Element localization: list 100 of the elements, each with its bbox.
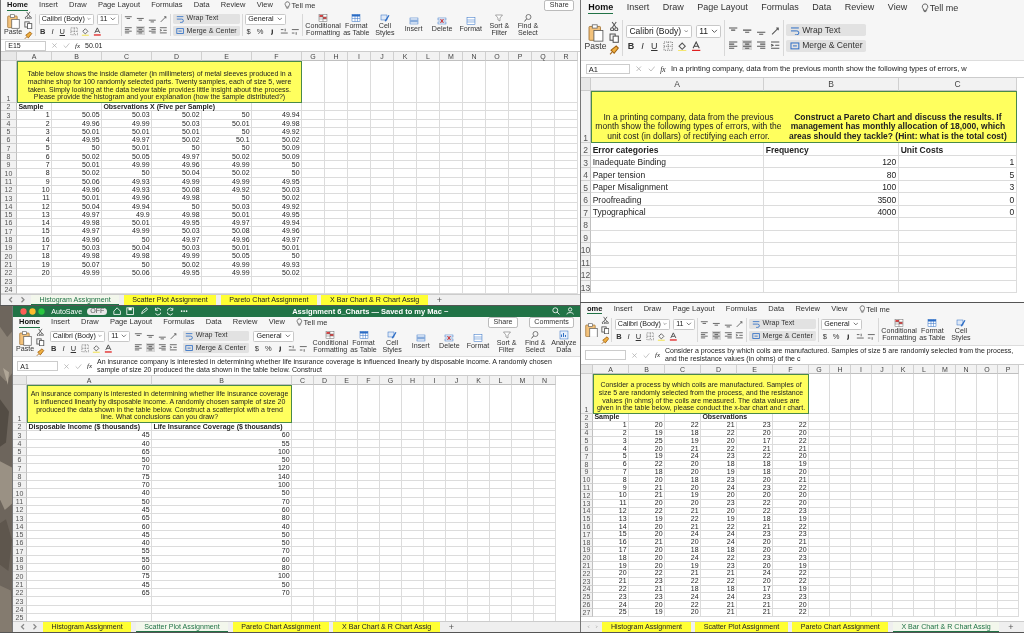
fill-bucket-icon[interactable] bbox=[92, 344, 101, 354]
font-size-field[interactable]: 11 bbox=[695, 24, 722, 38]
format-painter-icon[interactable] bbox=[36, 347, 46, 356]
check-icon[interactable] bbox=[643, 351, 651, 359]
ribbon-tab[interactable]: Draw bbox=[662, 2, 684, 14]
font-field[interactable]: Calibri (Body) bbox=[625, 24, 692, 38]
check-icon[interactable] bbox=[75, 362, 83, 370]
horizontal-align-icon[interactable] bbox=[136, 26, 145, 35]
font-color-icon[interactable] bbox=[690, 40, 702, 52]
row-number[interactable]: 7 bbox=[581, 205, 591, 218]
copy-icon[interactable] bbox=[609, 32, 620, 44]
horizontal-align-icon[interactable] bbox=[741, 39, 753, 50]
row-number[interactable]: 3 bbox=[581, 155, 591, 168]
pen-icon[interactable] bbox=[139, 307, 148, 316]
redo-icon[interactable] bbox=[166, 307, 175, 316]
indent-icon[interactable] bbox=[159, 26, 168, 35]
check-icon[interactable] bbox=[647, 65, 655, 73]
indent-icon[interactable] bbox=[735, 331, 744, 340]
next-sheet-icon[interactable] bbox=[19, 296, 27, 304]
copy-icon[interactable] bbox=[36, 337, 46, 347]
row-number[interactable]: 5 bbox=[581, 180, 591, 193]
add-sheet-button[interactable]: + bbox=[432, 295, 447, 305]
tell-me-field[interactable]: Tell me bbox=[929, 3, 959, 13]
row-number[interactable]: 4 bbox=[581, 168, 591, 181]
text-style-button[interactable]: I bbox=[639, 40, 646, 51]
add-sheet-button[interactable]: + bbox=[444, 622, 459, 632]
format-painter-icon[interactable] bbox=[600, 335, 610, 345]
horizontal-align-icon[interactable] bbox=[146, 343, 155, 352]
row-number[interactable]: 9 bbox=[581, 230, 591, 243]
row-number[interactable]: 10 bbox=[581, 243, 591, 256]
horizontal-align-icon[interactable] bbox=[157, 343, 167, 352]
paste-button[interactable]: Paste bbox=[584, 24, 607, 52]
previous-sheet-icon[interactable] bbox=[7, 296, 15, 304]
ribbon-tab[interactable]: Review bbox=[844, 2, 875, 14]
font-color-icon[interactable] bbox=[92, 27, 102, 37]
row-number[interactable]: 13 bbox=[581, 280, 591, 293]
ribbon-tab[interactable]: Insert bbox=[626, 2, 650, 14]
row-number[interactable]: 6 bbox=[581, 193, 591, 206]
format-painter-icon[interactable] bbox=[609, 44, 620, 56]
horizontal-align-icon[interactable] bbox=[124, 26, 133, 35]
paste-button[interactable] bbox=[584, 322, 599, 338]
horizontal-align-icon[interactable] bbox=[755, 39, 767, 50]
undo-icon[interactable] bbox=[153, 307, 162, 316]
ribbon-tab[interactable]: View bbox=[887, 2, 908, 14]
decrease-decimal-icon[interactable] bbox=[299, 344, 308, 354]
borders-icon[interactable] bbox=[69, 27, 79, 37]
vertical-align-icon[interactable] bbox=[712, 320, 721, 329]
borders-icon[interactable] bbox=[80, 344, 90, 354]
row-number[interactable]: 1 bbox=[581, 91, 591, 143]
fill-bucket-icon[interactable] bbox=[676, 40, 688, 52]
person-icon[interactable] bbox=[565, 307, 574, 316]
horizontal-align-icon[interactable] bbox=[723, 331, 733, 340]
orientation-icon[interactable] bbox=[159, 15, 168, 24]
vertical-align-icon[interactable] bbox=[146, 332, 155, 341]
horizontal-align-icon[interactable] bbox=[700, 331, 710, 340]
fill-bucket-icon[interactable] bbox=[81, 27, 90, 37]
next-sheet-icon[interactable] bbox=[31, 623, 39, 631]
orientation-icon[interactable] bbox=[169, 332, 178, 341]
horizontal-align-icon[interactable] bbox=[147, 26, 157, 35]
ribbon-tab[interactable]: Home bbox=[588, 2, 614, 14]
fill-bucket-icon[interactable] bbox=[657, 332, 666, 342]
wrap-text-button[interactable]: Wrap Text bbox=[786, 24, 866, 37]
scissors-icon[interactable] bbox=[36, 328, 46, 337]
merge-center-button[interactable]: Merge & Center bbox=[786, 39, 866, 52]
ribbon-tab[interactable]: Formulas bbox=[761, 2, 799, 14]
indent-icon[interactable] bbox=[769, 39, 780, 50]
copy-icon[interactable] bbox=[600, 325, 610, 335]
ribbon-tab[interactable]: Page Layout bbox=[697, 2, 748, 14]
orientation-icon[interactable] bbox=[735, 320, 744, 329]
decrease-decimal-icon[interactable] bbox=[291, 27, 300, 37]
window-controls-icon[interactable] bbox=[19, 307, 46, 316]
add-sheet-button[interactable]: + bbox=[1003, 622, 1018, 632]
scissors-icon[interactable] bbox=[600, 315, 610, 325]
row-number[interactable]: 11 bbox=[581, 255, 591, 268]
font-color-icon[interactable] bbox=[103, 344, 113, 354]
row-number[interactable]: 8 bbox=[581, 218, 591, 231]
copy-icon[interactable] bbox=[24, 20, 34, 30]
text-style-button[interactable]: U bbox=[649, 40, 660, 51]
previous-sheet-icon[interactable] bbox=[19, 623, 27, 631]
scissors-icon[interactable] bbox=[24, 11, 34, 20]
check-icon[interactable] bbox=[63, 42, 71, 49]
column-header[interactable]: A bbox=[591, 78, 764, 91]
orientation-icon[interactable] bbox=[769, 26, 780, 37]
ribbon-tab[interactable]: Data bbox=[812, 2, 832, 14]
font-color-icon[interactable] bbox=[668, 332, 678, 342]
horizontal-align-icon[interactable] bbox=[727, 39, 739, 50]
row-number[interactable]: 2 bbox=[581, 143, 591, 156]
row-number[interactable]: 12 bbox=[581, 268, 591, 281]
save-icon[interactable] bbox=[126, 307, 135, 316]
scissors-icon[interactable] bbox=[609, 20, 620, 32]
borders-icon[interactable] bbox=[662, 40, 674, 52]
text-style-button[interactable]: B bbox=[625, 40, 636, 51]
horizontal-align-icon[interactable] bbox=[712, 331, 721, 340]
borders-icon[interactable] bbox=[645, 332, 655, 342]
decrease-decimal-icon[interactable] bbox=[867, 332, 876, 342]
indent-icon[interactable] bbox=[169, 343, 178, 352]
vertical-align-icon[interactable] bbox=[136, 15, 145, 24]
search-icon[interactable] bbox=[552, 307, 561, 316]
home-icon[interactable] bbox=[112, 307, 121, 316]
column-header[interactable]: B bbox=[764, 78, 899, 91]
